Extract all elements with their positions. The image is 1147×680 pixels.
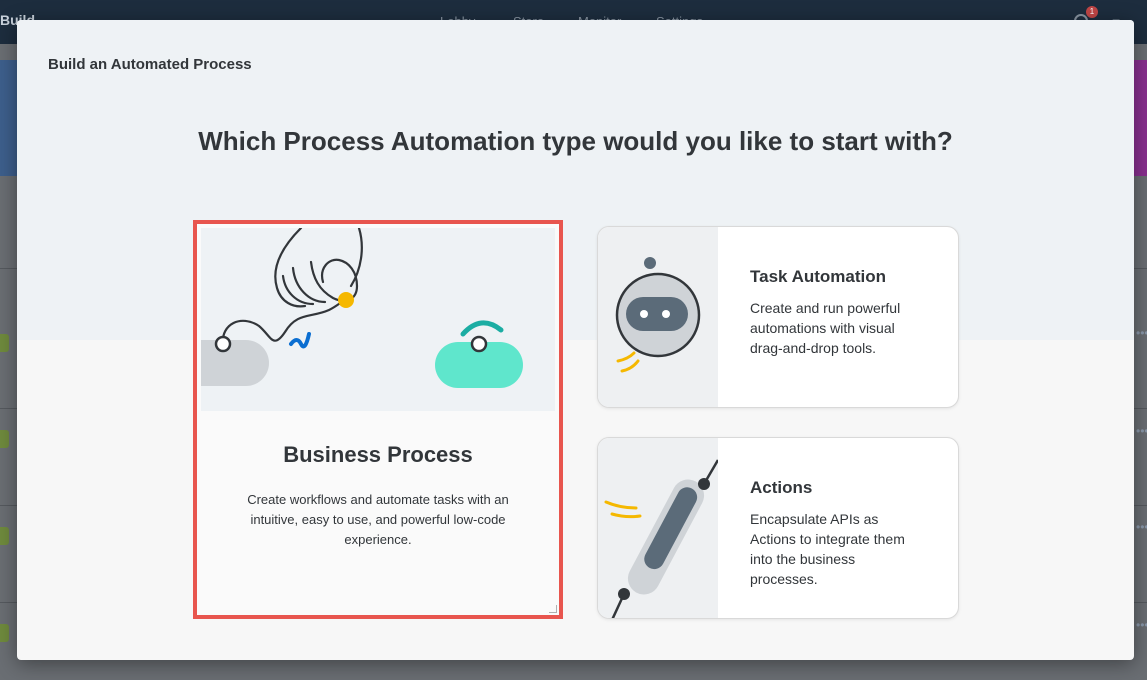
background-row-icon bbox=[0, 334, 9, 352]
cable-plug-illustration bbox=[598, 438, 718, 618]
more-icon[interactable]: ••• bbox=[1136, 520, 1147, 534]
more-icon[interactable]: ••• bbox=[1136, 618, 1147, 632]
task-automation-option-card[interactable]: Task Automation Create and run powerful … bbox=[597, 226, 959, 408]
option-title: Task Automation bbox=[750, 267, 887, 286]
question-heading: Which Process Automation type would you … bbox=[198, 126, 953, 156]
dialog-title: Build an Automated Process bbox=[48, 56, 252, 73]
option-title: Business Process bbox=[283, 442, 473, 467]
hand-drawing-flow-illustration bbox=[201, 228, 555, 411]
background-row-icon bbox=[0, 527, 9, 545]
create-process-dialog: Build an Automated Process Which Process… bbox=[17, 20, 1134, 660]
option-description: Create and run powerful automations with… bbox=[750, 300, 901, 356]
business-process-option-card[interactable]: Business Process Create workflows and au… bbox=[193, 220, 563, 619]
background-row-icon bbox=[0, 624, 9, 642]
background-row-icon bbox=[0, 430, 9, 448]
more-icon[interactable]: ••• bbox=[1136, 326, 1147, 340]
option-description: Encapsulate APIs as Actions to integrate… bbox=[750, 511, 905, 587]
notification-badge: 1 bbox=[1086, 6, 1098, 18]
actions-option-card[interactable]: Actions Encapsulate APIs as Actions to i… bbox=[597, 437, 959, 619]
resize-grip-icon bbox=[549, 605, 557, 613]
option-title: Actions bbox=[750, 478, 813, 497]
robot-illustration bbox=[598, 227, 718, 407]
more-icon[interactable]: ••• bbox=[1136, 424, 1147, 438]
option-description: Create workflows and automate tasks with… bbox=[247, 492, 509, 547]
